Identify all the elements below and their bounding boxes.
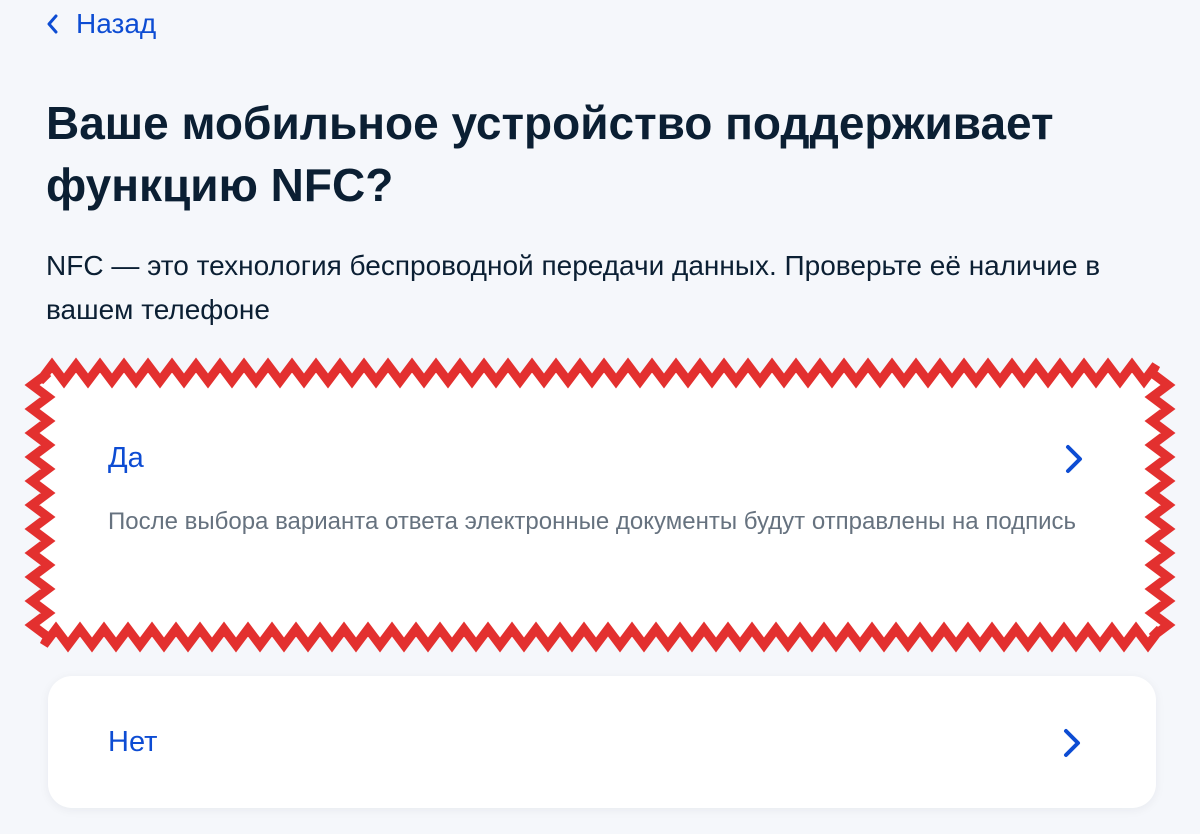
back-button[interactable]: Назад bbox=[46, 4, 156, 44]
question-description: NFC — это технология беспроводной переда… bbox=[46, 250, 1101, 325]
option-yes-label: Да bbox=[108, 442, 144, 474]
page-title: Ваше мобильное устройство поддерживает ф… bbox=[46, 97, 1054, 211]
option-yes-card[interactable]: Да После выбора варианта ответа электрон… bbox=[62, 398, 1138, 620]
chevron-right-icon bbox=[1066, 445, 1082, 473]
nfc-question-page: Назад Ваше мобильное устройство поддержи… bbox=[0, 0, 1200, 834]
chevron-right-icon bbox=[1064, 729, 1080, 757]
chevron-left-icon bbox=[47, 14, 58, 34]
option-yes-hint: После выбора варианта ответа электронные… bbox=[108, 508, 1077, 535]
option-no-card[interactable]: Нет bbox=[48, 676, 1156, 808]
option-no-label: Нет bbox=[108, 726, 158, 758]
back-label: Назад bbox=[76, 8, 157, 39]
